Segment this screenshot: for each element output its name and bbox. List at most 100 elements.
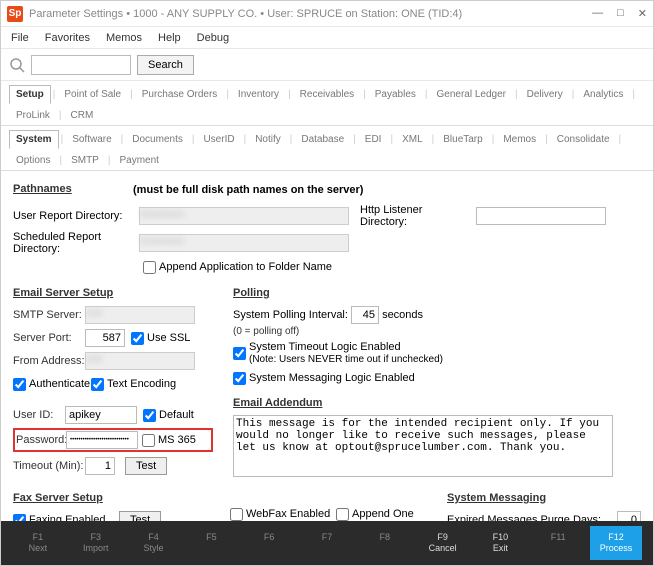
minimize-button[interactable]: —: [592, 7, 603, 20]
tab-setup[interactable]: Setup: [9, 85, 51, 104]
server-port-field[interactable]: [85, 329, 125, 347]
tab-consolidate[interactable]: Consolidate: [550, 130, 617, 149]
timeout-logic-note: (Note: Users NEVER time out if unchecked…: [249, 354, 443, 365]
webfax-enabled-checkbox[interactable]: [230, 508, 243, 521]
fkey-f10[interactable]: F10Exit: [474, 532, 526, 554]
close-button[interactable]: ✕: [638, 7, 647, 20]
use-ssl-label: Use SSL: [147, 332, 190, 344]
authenticate-checkbox[interactable]: [13, 378, 26, 391]
webfax-enabled-label: WebFax Enabled: [246, 508, 336, 520]
maximize-button[interactable]: □: [617, 7, 624, 20]
tab-inventory[interactable]: Inventory: [231, 85, 286, 104]
pathnames-note: (must be full disk path names on the ser…: [133, 184, 363, 196]
tab-general-ledger[interactable]: General Ledger: [430, 85, 514, 104]
ms365-checkbox[interactable]: [142, 434, 155, 447]
append-application-label: Append Application to Folder Name: [159, 261, 332, 273]
fkey-f3[interactable]: F3Import: [70, 532, 122, 554]
tab-crm[interactable]: CRM: [64, 106, 101, 125]
fax-test-button[interactable]: Test: [119, 511, 161, 521]
search-input[interactable]: [31, 55, 131, 75]
timeout-logic-checkbox[interactable]: [233, 347, 246, 360]
tab-prolink[interactable]: ProLink: [9, 106, 57, 125]
fkey-f7: F7: [301, 532, 353, 554]
tab-bluetarp[interactable]: BlueTarp: [436, 130, 489, 149]
messaging-logic-label: System Messaging Logic Enabled: [249, 372, 415, 384]
fkey-f1[interactable]: F1Next: [12, 532, 64, 554]
tab-options[interactable]: Options: [9, 151, 57, 170]
title-bar: Sp Parameter Settings • 1000 - ANY SUPPL…: [1, 1, 653, 27]
email-addendum-text[interactable]: [233, 415, 613, 477]
http-listener-dir-field[interactable]: [476, 207, 606, 225]
email-test-button[interactable]: Test: [125, 457, 167, 475]
timeout-label: Timeout (Min):: [13, 460, 85, 472]
polling-heading: Polling: [233, 287, 270, 299]
smtp-server-label: SMTP Server:: [13, 309, 85, 321]
tab-payment[interactable]: Payment: [112, 151, 165, 170]
tab-notify[interactable]: Notify: [248, 130, 288, 149]
tab-point-of-sale[interactable]: Point of Sale: [57, 85, 128, 104]
menu-file[interactable]: File: [11, 32, 29, 44]
tab-xml[interactable]: XML: [395, 130, 430, 149]
polling-interval-field[interactable]: [351, 306, 379, 324]
timeout-logic-label: System Timeout Logic Enabled: [249, 341, 401, 353]
password-label: Password:: [16, 434, 66, 446]
text-encoding-label: Text Encoding: [107, 378, 176, 390]
menu-favorites[interactable]: Favorites: [45, 32, 90, 44]
use-ssl-checkbox[interactable]: [131, 332, 144, 345]
tab-userid[interactable]: UserID: [196, 130, 241, 149]
timeout-field[interactable]: [85, 457, 115, 475]
search-bar: Search: [1, 49, 653, 81]
menu-help[interactable]: Help: [158, 32, 181, 44]
tab-database[interactable]: Database: [294, 130, 351, 149]
function-keys: F1NextF3ImportF4StyleF5 F6 F7 F8 F9Cance…: [1, 521, 653, 565]
default-label: Default: [159, 409, 194, 421]
tab-analytics[interactable]: Analytics: [576, 85, 630, 104]
faxing-enabled-checkbox[interactable]: [13, 514, 26, 522]
tab-documents[interactable]: Documents: [125, 130, 190, 149]
menu-debug[interactable]: Debug: [197, 32, 229, 44]
fkey-f9[interactable]: F9Cancel: [417, 532, 469, 554]
tab-software[interactable]: Software: [65, 130, 118, 149]
fkey-f11: F11: [532, 532, 584, 554]
fkey-f8: F8: [359, 532, 411, 554]
scheduled-report-dir-label: Scheduled Report Directory:: [13, 231, 133, 255]
from-address-field[interactable]: xxx: [85, 352, 195, 370]
menu-bar: File Favorites Memos Help Debug: [1, 27, 653, 49]
ms365-label: MS 365: [158, 434, 196, 446]
expired-purge-field[interactable]: [617, 511, 641, 521]
sub-tabs: System|Software|Documents|UserID|Notify|…: [1, 126, 653, 171]
authenticate-label: Authenticate: [29, 378, 91, 390]
user-id-field[interactable]: [65, 406, 137, 424]
append-one-checkbox[interactable]: [336, 508, 349, 521]
smtp-server-field[interactable]: xxx: [85, 306, 195, 324]
content-pane: Pathnames (must be full disk path names …: [1, 171, 653, 521]
fkey-f12[interactable]: F12Process: [590, 526, 642, 560]
append-application-checkbox[interactable]: [143, 261, 156, 274]
fkey-f6: F6: [243, 532, 295, 554]
text-encoding-checkbox[interactable]: [91, 378, 104, 391]
tab-edi[interactable]: EDI: [358, 130, 389, 149]
polling-seconds-label: seconds: [382, 309, 423, 321]
tab-system[interactable]: System: [9, 130, 59, 149]
user-report-dir-field[interactable]: xxxxxxxx: [139, 207, 349, 225]
tab-delivery[interactable]: Delivery: [520, 85, 570, 104]
server-port-label: Server Port:: [13, 332, 85, 344]
append-one-label: Append One: [352, 508, 414, 520]
password-field[interactable]: [66, 431, 138, 449]
menu-memos[interactable]: Memos: [106, 32, 142, 44]
polling-interval-label: System Polling Interval:: [233, 309, 348, 321]
tab-payables[interactable]: Payables: [368, 85, 423, 104]
tab-smtp[interactable]: SMTP: [64, 151, 106, 170]
window-title: Parameter Settings • 1000 - ANY SUPPLY C…: [29, 8, 592, 20]
system-messaging-heading: System Messaging: [447, 492, 546, 504]
polling-note: (0 = polling off): [233, 326, 641, 337]
search-button[interactable]: Search: [137, 55, 194, 75]
messaging-logic-checkbox[interactable]: [233, 372, 246, 385]
fkey-f4[interactable]: F4Style: [128, 532, 180, 554]
tab-receivables[interactable]: Receivables: [293, 85, 361, 104]
from-address-label: From Address:: [13, 355, 85, 367]
tab-purchase-orders[interactable]: Purchase Orders: [135, 85, 225, 104]
tab-memos[interactable]: Memos: [496, 130, 543, 149]
default-checkbox[interactable]: [143, 409, 156, 422]
scheduled-report-dir-field[interactable]: xxxxxxxx: [139, 234, 349, 252]
